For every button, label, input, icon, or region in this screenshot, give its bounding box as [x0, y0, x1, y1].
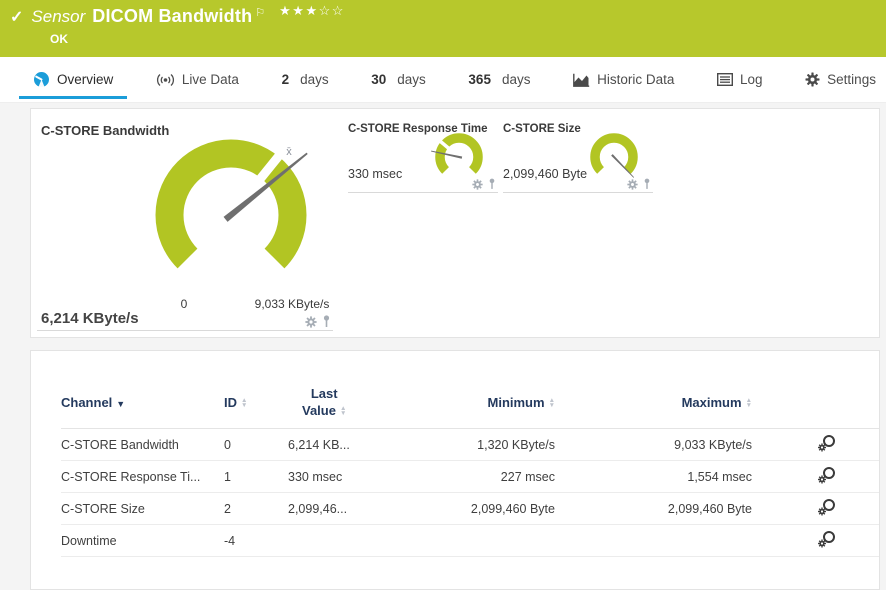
tab-log-label: Log — [740, 72, 763, 87]
channel-settings-icon[interactable] — [817, 498, 836, 519]
channel-table-panel: Channel ▼ ID ▲▼ Last Value ▲▼ Minimum ▲▼… — [30, 350, 880, 590]
cell-channel[interactable]: C-STORE Response Ti... — [61, 470, 224, 484]
channel-settings-icon[interactable] — [817, 530, 836, 551]
tab-historic-data[interactable]: Historic Data — [567, 57, 680, 102]
tab-historic-data-label: Historic Data — [597, 72, 674, 87]
sort-both-icon: ▲▼ — [746, 398, 752, 408]
sort-both-icon: ▲▼ — [549, 398, 555, 408]
gauge-settings-gear-icon[interactable] — [305, 316, 317, 328]
sensor-status-header: ✓ Sensor DICOM Bandwidth ⚐ ★★★☆☆ OK — [0, 0, 886, 57]
gauges-panel: C-STORE Bandwidth x̄ 0 9,033 KByte/s 6,2… — [30, 108, 880, 338]
area-chart-icon — [573, 73, 590, 87]
tile-divider — [503, 192, 653, 193]
gauge-tile-response-time[interactable]: C-STORE Response Time 330 msec — [348, 117, 498, 187]
pin-icon[interactable] — [322, 315, 331, 328]
gauge-settings-gear-icon[interactable] — [627, 179, 638, 190]
sort-both-icon: ▲▼ — [340, 406, 346, 416]
tab-365-days-number: 365 — [468, 72, 491, 87]
table-row[interactable]: C-STORE Size 2 2,099,46... 2,099,460 Byt… — [61, 493, 879, 525]
stars-empty: ☆☆ — [319, 3, 345, 18]
table-row[interactable]: Downtime -4 — [61, 525, 879, 557]
bandwidth-gauge: x̄ 0 9,033 KByte/s — [131, 115, 331, 323]
tab-365-days-label: days — [502, 72, 531, 87]
tab-2-days-label: days — [300, 72, 329, 87]
channel-table: Channel ▼ ID ▲▼ Last Value ▲▼ Minimum ▲▼… — [31, 351, 879, 557]
stars-filled: ★★★ — [279, 3, 318, 18]
tile-divider — [37, 330, 333, 331]
cell-channel[interactable]: C-STORE Bandwidth — [61, 438, 224, 452]
gauge-current-value: 2,099,460 Byte — [503, 167, 587, 181]
cell-last-value: 330 msec — [288, 470, 400, 484]
cell-maximum: 9,033 KByte/s — [555, 438, 752, 452]
cell-id: 2 — [224, 502, 288, 516]
cell-minimum: 227 msec — [400, 470, 555, 484]
cell-id: -4 — [224, 534, 288, 548]
object-kind-label: Sensor — [31, 7, 85, 27]
gauge-scale-max: 9,033 KByte/s — [255, 297, 330, 311]
tab-live-data[interactable]: Live Data — [150, 57, 245, 102]
cell-channel[interactable]: Downtime — [61, 534, 224, 548]
priority-stars[interactable]: ★★★☆☆ — [279, 3, 345, 19]
page-title: DICOM Bandwidth — [92, 6, 252, 27]
tab-overview-label: Overview — [57, 72, 113, 87]
gauge-current-value: 330 msec — [348, 167, 402, 181]
gauge-tile-bandwidth[interactable]: C-STORE Bandwidth x̄ 0 9,033 KByte/s 6,2… — [31, 109, 341, 339]
gauge-title: C-STORE Size — [503, 123, 581, 135]
gauge-settings-gear-icon[interactable] — [472, 179, 483, 190]
tab-2-days-number: 2 — [282, 72, 290, 87]
gauge-current-value: 6,214 KByte/s — [41, 310, 139, 327]
column-header-last-value[interactable]: Last Value ▲▼ — [302, 386, 346, 419]
tab-30-days[interactable]: 30 days — [365, 57, 432, 102]
sort-desc-icon: ▼ — [116, 399, 125, 409]
table-row[interactable]: C-STORE Response Ti... 1 330 msec 227 ms… — [61, 461, 879, 493]
cell-last-value: 2,099,46... — [288, 502, 400, 516]
gauge-icon — [33, 71, 50, 88]
column-header-channel[interactable]: Channel ▼ — [61, 395, 224, 410]
cell-channel[interactable]: C-STORE Size — [61, 502, 224, 516]
tab-365-days[interactable]: 365 days — [462, 57, 536, 102]
tab-log[interactable]: Log — [711, 57, 769, 102]
flag-icon[interactable]: ⚐ — [255, 6, 265, 19]
tab-30-days-label: days — [397, 72, 426, 87]
log-list-icon — [717, 73, 733, 86]
cell-id: 1 — [224, 470, 288, 484]
status-badge: OK — [50, 32, 876, 46]
tab-30-days-number: 30 — [371, 72, 386, 87]
sort-both-icon: ▲▼ — [241, 398, 247, 408]
tab-settings[interactable]: Settings — [799, 57, 882, 102]
table-row[interactable]: C-STORE Bandwidth 0 6,214 KB... 1,320 KB… — [61, 429, 879, 461]
cell-minimum: 1,320 KByte/s — [400, 438, 555, 452]
channel-settings-icon[interactable] — [817, 466, 836, 487]
channel-settings-icon[interactable] — [817, 434, 836, 455]
tab-overview[interactable]: Overview — [27, 57, 119, 102]
cell-maximum: 1,554 msec — [555, 470, 752, 484]
pin-icon[interactable] — [643, 178, 651, 190]
column-header-maximum[interactable]: Maximum ▲▼ — [555, 395, 752, 410]
tab-live-data-label: Live Data — [182, 72, 239, 87]
cell-minimum: 2,099,460 Byte — [400, 502, 555, 516]
gear-icon — [805, 72, 820, 87]
gauge-scale-min: 0 — [181, 297, 188, 311]
status-check-icon: ✓ — [10, 7, 23, 27]
tab-settings-label: Settings — [827, 72, 876, 87]
cell-id: 0 — [224, 438, 288, 452]
average-marker-label: x̄ — [286, 146, 292, 158]
broadcast-icon — [156, 73, 175, 87]
pin-icon[interactable] — [488, 178, 496, 190]
tab-bar: Overview Live Data 2 days 30 days 365 da… — [0, 57, 886, 103]
gauge-tile-size[interactable]: C-STORE Size 2,099,460 Byte — [503, 117, 653, 187]
column-header-minimum[interactable]: Minimum ▲▼ — [400, 395, 555, 410]
column-header-id[interactable]: ID ▲▼ — [224, 395, 288, 410]
tile-divider — [348, 192, 498, 193]
table-header-row: Channel ▼ ID ▲▼ Last Value ▲▼ Minimum ▲▼… — [61, 377, 879, 429]
cell-maximum: 2,099,460 Byte — [555, 502, 752, 516]
tab-2-days[interactable]: 2 days — [276, 57, 335, 102]
cell-last-value: 6,214 KB... — [288, 438, 400, 452]
